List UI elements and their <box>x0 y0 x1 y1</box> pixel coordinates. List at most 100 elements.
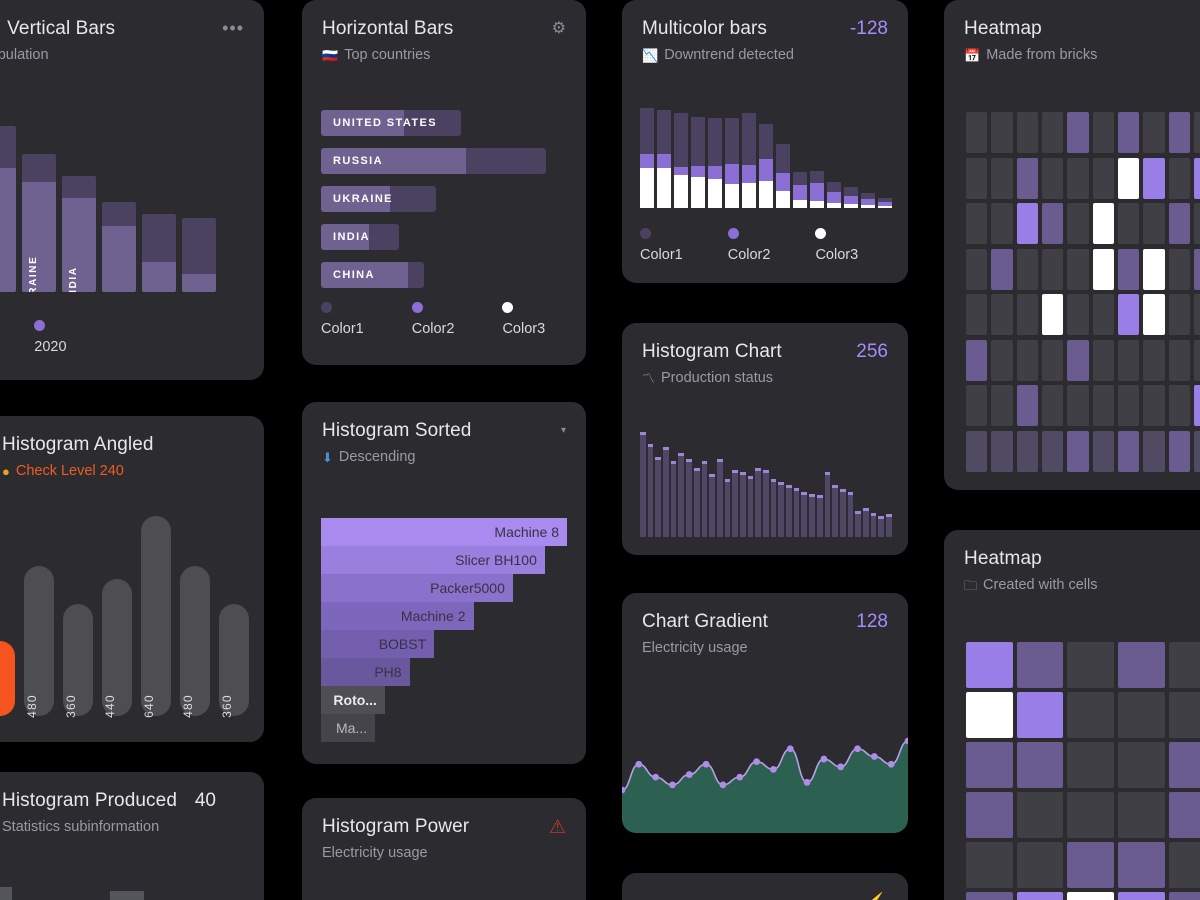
data-point[interactable] <box>669 781 676 789</box>
stacked-bar[interactable] <box>861 193 875 208</box>
heatmap-cell[interactable] <box>1168 157 1190 199</box>
heatmap-cell[interactable] <box>1092 294 1114 335</box>
sorted-bar-row[interactable]: PH8 <box>321 658 410 686</box>
data-point[interactable] <box>854 745 861 753</box>
heatmap-cell[interactable] <box>1016 203 1038 244</box>
heatmap-cell[interactable] <box>1092 248 1114 290</box>
stacked-bar[interactable] <box>827 182 841 208</box>
heatmap-cell[interactable] <box>1143 157 1165 199</box>
horizontal-bar[interactable]: UKRAINE <box>321 186 436 212</box>
heatmap-cell[interactable] <box>991 248 1013 290</box>
heatmap-cell[interactable] <box>1143 339 1165 381</box>
heatmap-cell[interactable] <box>1067 248 1089 290</box>
heatmap-cell[interactable] <box>1016 642 1064 688</box>
overflow-menu-button[interactable]: ••• <box>222 19 244 37</box>
vertical-bar[interactable] <box>102 202 136 292</box>
card-multicolor-bars[interactable]: Multicolor bars -128 📉 Downtrend detecte… <box>622 0 908 283</box>
heatmap-cell[interactable] <box>1168 430 1190 472</box>
sorted-bar-row[interactable]: Slicer BH100 <box>321 546 545 574</box>
heatmap-cell[interactable] <box>1118 430 1140 472</box>
legend-item[interactable]: Color1 <box>321 302 364 337</box>
heatmap-cell[interactable] <box>1168 294 1190 335</box>
heatmap-cell[interactable] <box>1067 203 1089 244</box>
legend-item[interactable]: Color1 <box>640 228 683 263</box>
vertical-bar[interactable]: UKRAINE <box>22 154 56 292</box>
heatmap-cell[interactable] <box>1067 339 1089 381</box>
sorted-bar-row[interactable]: Ma... <box>321 714 376 742</box>
heatmap-cell[interactable] <box>966 294 988 335</box>
pill-bar-highlighted[interactable]: 240 <box>0 641 15 716</box>
tick-bar[interactable] <box>755 467 761 537</box>
heatmap-cell[interactable] <box>1143 430 1165 472</box>
card-histogram-power[interactable]: Histogram Power ⚠ Electricity usage <box>302 798 586 900</box>
sorted-bar-row[interactable]: Roto... <box>321 686 385 714</box>
tick-bar[interactable] <box>686 459 692 537</box>
sorted-bar-row[interactable]: BOBST <box>321 630 435 658</box>
heatmap-cell[interactable] <box>1143 294 1165 335</box>
tick-bar[interactable] <box>747 476 754 537</box>
heatmap-cell[interactable] <box>966 842 1013 888</box>
tick-bar[interactable] <box>640 432 646 537</box>
heatmap-cell[interactable] <box>1118 642 1165 688</box>
heatmap-cell[interactable] <box>1168 692 1200 738</box>
tick-bar[interactable] <box>739 471 746 537</box>
data-point[interactable] <box>685 771 693 778</box>
stacked-bar[interactable] <box>759 124 773 208</box>
stacked-bar[interactable] <box>878 198 892 208</box>
heatmap-cell[interactable] <box>1092 203 1114 244</box>
heatmap-cell[interactable] <box>1143 203 1165 244</box>
tick-bar[interactable] <box>886 513 892 537</box>
heatmap-cell[interactable] <box>991 385 1013 426</box>
tick-bar[interactable] <box>693 467 700 537</box>
pill-bar[interactable]: 360 <box>63 603 93 718</box>
heatmap-cell[interactable] <box>1194 430 1200 472</box>
heatmap-cell[interactable] <box>1143 385 1165 426</box>
vertical-bar[interactable]: RUSSIA <box>0 126 16 292</box>
tick-bar[interactable] <box>678 453 685 537</box>
heatmap-cell[interactable] <box>1194 339 1200 381</box>
card-chart-gradient[interactable]: Chart Gradient 128 Electricity usage <box>622 593 908 833</box>
heatmap-cell[interactable] <box>991 339 1013 381</box>
heatmap-cell[interactable] <box>1118 792 1165 838</box>
data-point[interactable] <box>770 765 777 773</box>
heatmap-cell[interactable] <box>1067 385 1089 426</box>
heatmap-cell[interactable] <box>966 157 988 199</box>
heatmap-cell[interactable] <box>1118 692 1165 738</box>
stacked-bar[interactable] <box>691 117 705 208</box>
heatmap-cell[interactable] <box>1067 294 1089 335</box>
heatmap-cell[interactable] <box>1118 892 1165 900</box>
tick-bar[interactable] <box>763 469 769 537</box>
heatmap-cell[interactable] <box>1118 157 1140 199</box>
heatmap-cell[interactable] <box>1042 385 1064 426</box>
data-point[interactable] <box>719 781 727 789</box>
heatmap-cell[interactable] <box>1067 742 1114 788</box>
heatmap-cell[interactable] <box>1016 792 1064 838</box>
heatmap-cell[interactable] <box>966 792 1013 838</box>
data-point[interactable] <box>635 760 643 768</box>
chevron-down-icon[interactable]: ▾ <box>561 426 566 436</box>
stacked-bar[interactable] <box>674 113 688 208</box>
vertical-bar[interactable] <box>142 214 176 292</box>
tick-bar[interactable] <box>839 488 846 537</box>
heatmap-cell[interactable] <box>1016 892 1064 900</box>
tick-bar[interactable] <box>716 459 723 537</box>
heatmap-cell[interactable] <box>1168 642 1200 688</box>
heatmap-cell[interactable] <box>1016 248 1038 290</box>
tick-bar[interactable] <box>709 474 715 537</box>
heatmap-cell[interactable] <box>991 112 1013 153</box>
tick-bar[interactable] <box>878 516 884 537</box>
heatmap-cell[interactable] <box>1118 294 1140 335</box>
card-histogram-sorted[interactable]: Histogram Sorted ▾ ⬇ Descending Machine … <box>302 402 586 764</box>
tick-bar[interactable] <box>832 484 838 537</box>
heatmap-cell[interactable] <box>1168 892 1200 900</box>
data-point[interactable] <box>652 773 660 781</box>
heatmap-cell[interactable] <box>1016 842 1064 888</box>
heatmap-cell[interactable] <box>1118 203 1140 244</box>
vertical-bar[interactable] <box>182 218 216 292</box>
heatmap-cell[interactable] <box>1042 294 1064 335</box>
heatmap-cell[interactable] <box>1168 842 1200 888</box>
sorted-bar-row[interactable]: Machine 8 <box>321 518 567 546</box>
data-point[interactable] <box>803 778 811 786</box>
heatmap-cell[interactable] <box>1042 430 1064 472</box>
heatmap-cell[interactable] <box>1194 112 1200 153</box>
